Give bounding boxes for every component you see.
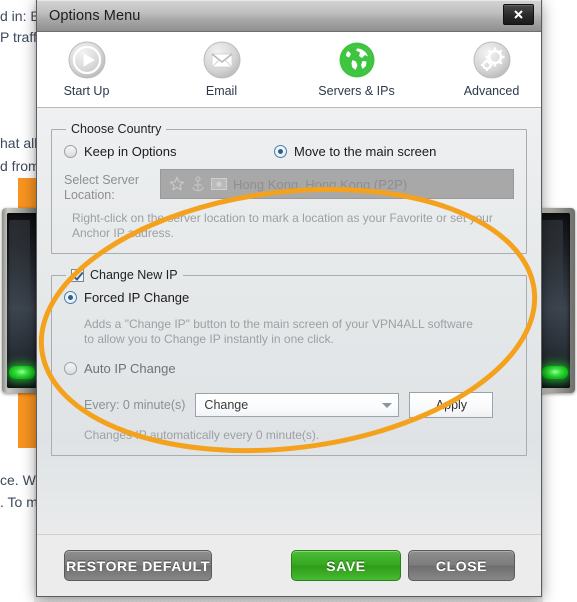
select-server-row: Select Server Location: Hong Kong, Hong … — [64, 169, 514, 203]
radio-dot-icon — [64, 362, 77, 375]
country-radio-row: Keep in Options Move to the main screen — [64, 144, 514, 159]
change-new-ip-group: Change New IP Forced IP Change Adds a "C… — [51, 268, 527, 456]
radio-label: Move to the main screen — [294, 144, 437, 159]
radio-label: Keep in Options — [84, 144, 177, 159]
background-text-fragment: d in: B — [0, 8, 40, 24]
gears-icon — [473, 41, 510, 79]
server-location-value: Hong Kong, Hong Kong (P2P) — [233, 176, 408, 192]
change-interval-select[interactable]: Change — [195, 393, 400, 417]
toolbar-label: Servers & IPs — [318, 84, 395, 98]
meter-status-led — [8, 366, 36, 380]
radio-label: Forced IP Change — [84, 290, 190, 305]
radio-forced-ip-change[interactable]: Forced IP Change — [64, 290, 189, 305]
dialog-body: Choose Country Keep in Options Move to t… — [37, 108, 541, 534]
change-new-ip-legend[interactable]: Change New IP — [66, 268, 183, 282]
background-text-fragment: . To m — [0, 494, 38, 510]
options-menu-dialog: Options Menu Start Up Email Servers & IP… — [36, 0, 542, 597]
toolbar-label: Start Up — [63, 84, 110, 98]
close-button[interactable]: CLOSE — [408, 550, 515, 581]
radio-dot-icon — [64, 145, 77, 158]
toolbar-label: Advanced — [463, 84, 520, 98]
screenshot-root: d in: B P traff hat all d from ce. We . … — [0, 0, 577, 602]
meter-glass-highlight — [9, 220, 31, 311]
radio-keep-in-options[interactable]: Keep in Options — [64, 144, 274, 159]
envelope-icon — [203, 41, 240, 79]
save-button[interactable]: SAVE — [291, 550, 401, 581]
background-text-fragment: P traff — [0, 29, 37, 45]
background-text-fragment: hat all — [0, 135, 38, 151]
meter-status-led — [541, 366, 569, 380]
toolbar-item-email[interactable]: Email — [179, 40, 265, 98]
close-icon — [514, 10, 523, 19]
country-flag-icon — [211, 178, 227, 190]
dialog-title: Options Menu — [49, 8, 141, 24]
radio-dot-icon — [274, 145, 287, 158]
auto-change-interval-row: Every: 0 minute(s) Change Apply — [64, 392, 514, 418]
radio-dot-icon — [64, 291, 77, 304]
toolbar-item-advanced[interactable]: Advanced — [449, 40, 535, 98]
radio-auto-ip-change[interactable]: Auto IP Change — [64, 361, 176, 376]
vpn-meter-right-screen — [540, 213, 570, 388]
globe-icon — [339, 42, 374, 78]
meter-glass-highlight — [542, 220, 564, 311]
dialog-titlebar[interactable]: Options Menu — [37, 0, 541, 32]
apply-button[interactable]: Apply — [409, 392, 494, 418]
server-location-field[interactable]: Hong Kong, Hong Kong (P2P) — [160, 169, 514, 199]
chevron-down-icon — [382, 402, 393, 408]
vpn-meter-left-screen — [7, 213, 37, 388]
dialog-toolbar: Start Up Email Servers & IPs Advanced — [37, 32, 541, 108]
interval-label: Every: 0 minute(s) — [84, 398, 186, 412]
forced-ip-change-hint: Adds a "Change IP" button to the main sc… — [84, 317, 473, 346]
toolbar-item-start-up[interactable]: Start Up — [44, 40, 130, 98]
toolbar-item-servers-and-ips[interactable]: Servers & IPs — [314, 40, 400, 98]
choose-country-legend: Choose Country — [71, 122, 162, 136]
radio-label: Auto IP Change — [84, 361, 176, 376]
dialog-footer: RESTORE DEFAULT SAVE CLOSE — [37, 534, 541, 596]
toolbar-label: Email — [205, 84, 238, 98]
change-interval-value: Change — [204, 398, 249, 412]
server-location-hint: Right-click on the server location to ma… — [72, 211, 493, 240]
auto-ip-change-hint: Changes IP automatically every 0 minute(… — [84, 428, 320, 442]
change-new-ip-checkbox[interactable] — [71, 268, 84, 282]
change-new-ip-label: Change New IP — [90, 268, 178, 282]
play-icon — [68, 41, 105, 79]
radio-move-to-main-screen[interactable]: Move to the main screen — [274, 144, 436, 159]
favorite-star-icon — [169, 176, 185, 191]
restore-default-button[interactable]: RESTORE DEFAULT — [64, 550, 212, 581]
background-text-fragment: d from — [0, 158, 40, 174]
choose-country-group: Choose Country Keep in Options Move to t… — [51, 122, 527, 254]
select-server-label: Select Server Location: — [64, 173, 140, 202]
window-close-button[interactable] — [503, 4, 534, 25]
anchor-icon — [192, 176, 204, 192]
